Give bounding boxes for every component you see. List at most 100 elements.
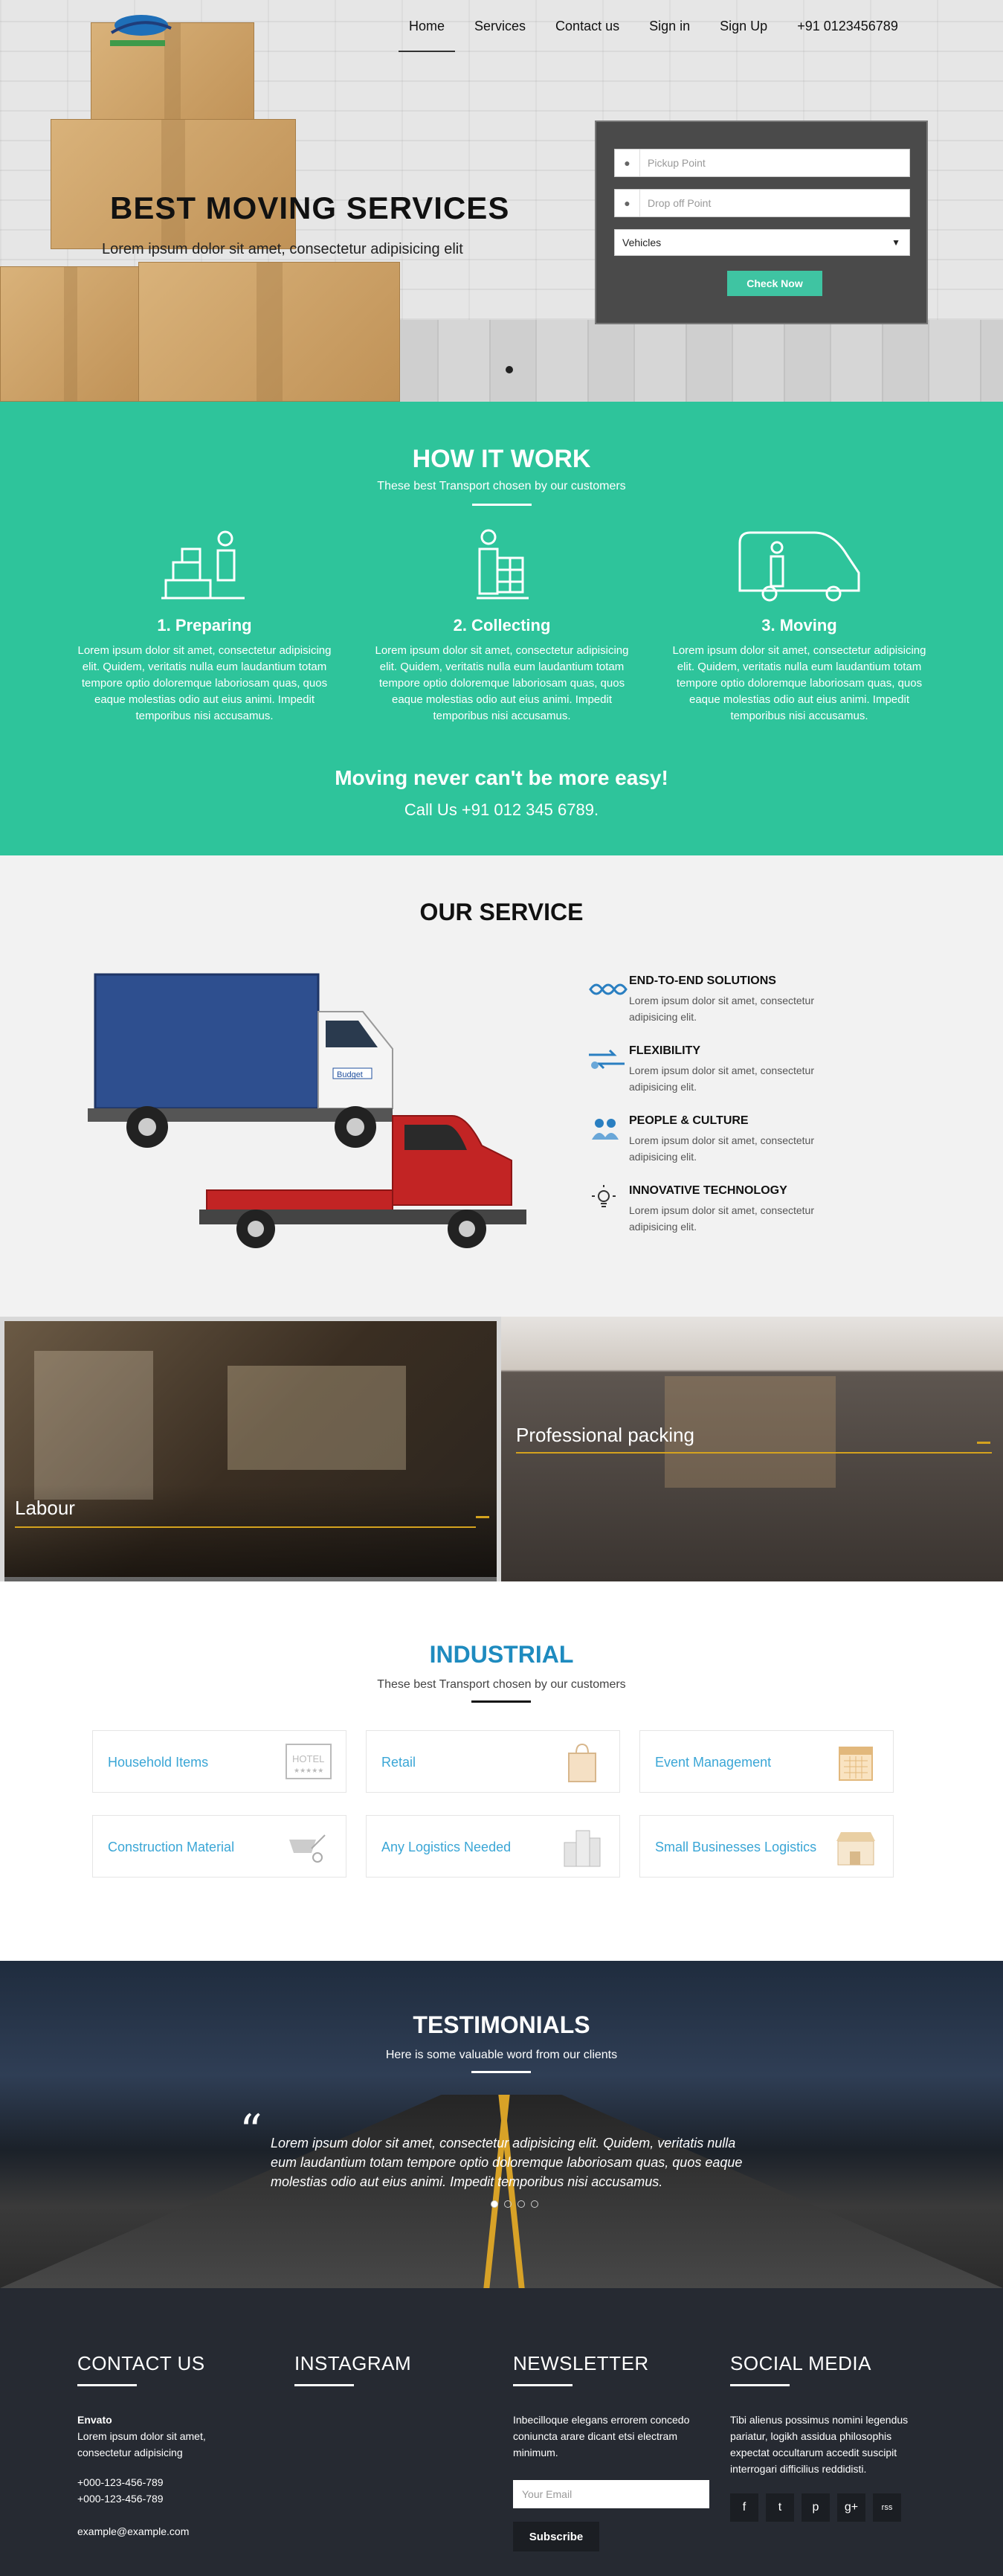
storefront-icon (836, 1832, 875, 1866)
delivery-van-icon (738, 531, 860, 602)
facebook-icon[interactable]: f (730, 2493, 758, 2522)
hotel-sign-icon: HOTEL ★★★★★ (286, 1744, 332, 1779)
step-collecting: 2. Collecting Lorem ipsum dolor sit amet… (364, 528, 639, 725)
card-label: Event Management (655, 1755, 772, 1770)
slider-dot[interactable] (506, 366, 513, 373)
phone-1[interactable]: +000-123-456-789 (77, 2474, 271, 2490)
google-plus-icon[interactable]: g+ (837, 2493, 865, 2522)
service-item: INNOVATIVE TECHNOLOGY Lorem ipsum dolor s… (584, 1184, 897, 1235)
gold-dash (476, 1516, 489, 1518)
step-moving: 3. Moving Lorem ipsum dolor sit amet, co… (662, 528, 937, 725)
pager-dot[interactable] (531, 2200, 538, 2208)
service-item-title: INNOVATIVE TECHNOLOGY (629, 1184, 787, 1197)
trucks-illustration: Budget (88, 973, 526, 1248)
calendar-icon (839, 1747, 873, 1781)
site-logo[interactable] (97, 7, 178, 52)
vehicle-select[interactable]: Vehicles ▼ (614, 229, 910, 256)
service-item-text: Lorem ipsum dolor sit amet, consectetur … (629, 1204, 814, 1233)
location-pin-icon: ● (615, 150, 640, 176)
flexibility-arrows-icon (589, 1049, 625, 1070)
pickup-placeholder: Pickup Point (648, 157, 706, 169)
card-small-businesses[interactable]: Small Businesses Logistics (639, 1815, 894, 1878)
wheelbarrow-icon (289, 1834, 326, 1863)
dropoff-input[interactable]: ● Drop off Point (614, 189, 910, 217)
hero-title: BEST MOVING SERVICES (110, 190, 510, 225)
gold-rule (15, 1526, 476, 1528)
pickup-input[interactable]: ● Pickup Point (614, 149, 910, 177)
social-icons: f t p g+ rss (730, 2493, 931, 2522)
card-event-management[interactable]: Event Management (639, 1730, 894, 1793)
card-label: Household Items (108, 1755, 209, 1770)
nav-phone[interactable]: +91 0123456789 (782, 18, 913, 52)
nav-sign-in[interactable]: Sign in (634, 18, 705, 52)
testimonial-quote: Lorem ipsum dolor sit amet, consectetur … (271, 2136, 743, 2189)
heading-underline (513, 2384, 573, 2386)
card-any-logistics[interactable]: Any Logistics Needed (366, 1815, 620, 1878)
card-label: Retail (381, 1755, 416, 1770)
rss-icon[interactable]: rss (873, 2493, 901, 2522)
nav-services[interactable]: Services (459, 18, 541, 52)
cardboard-box (0, 266, 141, 402)
heading-underline (730, 2384, 790, 2386)
email-link[interactable]: example@example.com (77, 2523, 271, 2540)
nav-contact[interactable]: Contact us (541, 18, 634, 52)
labour-caption: Labour (15, 1497, 75, 1519)
service-item: END-TO-END SOLUTIONS Lorem ipsum dolor si… (584, 974, 897, 1025)
packing-caption: Professional packing (516, 1424, 694, 1446)
our-service-section: OUR SERVICE Budget END-TO-END SOLUTIONS L… (0, 855, 1003, 1317)
title-underline (471, 504, 532, 506)
service-item: FLEXIBILITY Lorem ipsum dolor sit amet, c… (584, 1044, 897, 1095)
step-title: 1. Preparing (157, 616, 252, 635)
how-it-work-section: HOW IT WORK These best Transport chosen … (0, 402, 1003, 855)
svg-text:HOTEL: HOTEL (292, 1753, 324, 1764)
twitter-icon[interactable]: t (766, 2493, 794, 2522)
photo-strip: Labour Professional packing (0, 1317, 1003, 1581)
service-item-text: Lorem ipsum dolor sit amet, consectetur … (629, 1134, 814, 1163)
pager-dot[interactable] (517, 2200, 525, 2208)
how-subtitle: These best Transport chosen by our custo… (377, 480, 626, 492)
social-text: Tibi alienus possimus nomini legendus pa… (730, 2414, 909, 2475)
testimonials-subtitle: Here is some valuable word from our clie… (385, 2049, 618, 2061)
pager-dot[interactable] (491, 2200, 498, 2208)
service-title: OUR SERVICE (419, 899, 584, 925)
industrial-subtitle: These best Transport chosen by our custo… (377, 1678, 626, 1691)
service-item-text: Lorem ipsum dolor sit amet, consectetur … (629, 995, 814, 1023)
card-household-items[interactable]: Household Items HOTEL ★★★★★ (92, 1730, 346, 1793)
step-title: 3. Moving (761, 616, 837, 635)
cardboard-box (138, 262, 400, 402)
pager-dot[interactable] (504, 2200, 512, 2208)
newsletter-email-input[interactable]: Your Email (513, 2480, 709, 2508)
cardboard-box (51, 119, 296, 249)
card-construction-material[interactable]: Construction Material (92, 1815, 346, 1878)
footer-social: SOCIAL MEDIA Tibi alienus possimus nomin… (730, 2352, 931, 2522)
location-pin-icon: ● (615, 190, 640, 216)
hero-section: Home Services Contact us Sign in Sign Up… (0, 0, 1003, 402)
title-underline (471, 2071, 531, 2073)
main-nav: Home Services Contact us Sign in Sign Up… (394, 18, 913, 52)
check-now-button[interactable]: Check Now (727, 271, 822, 296)
loading-worker-icon (477, 529, 529, 600)
vehicle-select-value: Vehicles (622, 237, 662, 248)
dropoff-placeholder: Drop off Point (648, 197, 712, 209)
phone-2[interactable]: +000-123-456-789 (77, 2490, 271, 2507)
call-us-text[interactable]: Call Us +91 012 345 6789. (0, 800, 1003, 820)
footer-heading: CONTACT US (77, 2352, 205, 2374)
labour-photo[interactable]: Labour (0, 1317, 501, 1581)
service-item-title: FLEXIBILITY (629, 1044, 700, 1057)
nav-home[interactable]: Home (394, 18, 459, 52)
testimonials-section: TESTIMONIALS Here is some valuable word … (0, 1961, 1003, 2288)
quote-mark-icon: “ (239, 2105, 262, 2157)
service-item-text: Lorem ipsum dolor sit amet, consectetur … (629, 1064, 814, 1093)
industrial-section: INDUSTRIAL These best Transport chosen b… (0, 1581, 1003, 1961)
lightbulb-icon (592, 1185, 616, 1207)
gold-dash (977, 1442, 990, 1444)
subscribe-button[interactable]: Subscribe (513, 2522, 599, 2551)
infinity-icon (589, 983, 628, 995)
hero-subtitle: Lorem ipsum dolor sit amet, consectetur … (102, 241, 463, 257)
footer-heading: INSTAGRAM (294, 2352, 412, 2374)
packing-photo[interactable]: Professional packing (501, 1317, 1003, 1581)
pinterest-icon[interactable]: p (802, 2493, 830, 2522)
nav-sign-up[interactable]: Sign Up (705, 18, 782, 52)
service-item: PEOPLE & CULTURE Lorem ipsum dolor sit am… (584, 1114, 897, 1165)
card-retail[interactable]: Retail (366, 1730, 620, 1793)
